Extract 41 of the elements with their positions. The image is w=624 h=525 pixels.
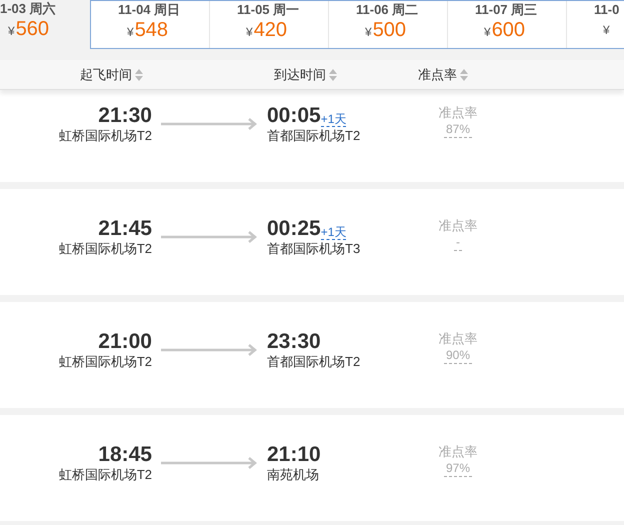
on-time-rate: 90% [444,347,472,364]
departure-airport: 虹桥国际机场T2 [58,128,152,144]
departure-time: 18:45 [98,443,152,467]
on-time-rate: - [454,234,462,251]
departure-airport: 虹桥国际机场T2 [58,354,152,370]
next-day-link[interactable]: +1天 [320,112,346,127]
sort-button[interactable]: 到达时间 [274,65,337,84]
flight-row[interactable]: 18:45 虹桥国际机场T2 21:10 南苑机场 准点率 97% [0,415,624,521]
arrow-icon [160,118,257,130]
on-time-rate: 87% [444,121,472,138]
sort-button[interactable]: 准点率 [418,65,468,84]
arrow-icon [160,231,257,243]
departure-time: 21:30 [98,104,152,128]
flight-row[interactable]: 21:45 虹桥国际机场T2 00:25+1天 首都国际机场T3 准点率 - [0,189,624,295]
date-tab[interactable]: 1-03 周六 ¥560 [0,0,90,49]
on-time-label: 准点率 [438,330,478,347]
arrival-time: 23:30 [267,330,321,354]
arrival-time: 00:25 [267,217,321,241]
next-day-link[interactable]: +1天 [320,225,346,240]
arrow-icon [160,344,257,356]
arrival-time: 00:05 [267,104,321,128]
sort-button[interactable]: 起飞时间 [80,65,143,84]
on-time-rate: 97% [444,460,472,477]
flight-row[interactable]: 21:00 虹桥国际机场T2 23:30 首都国际机场T2 准点率 90% [0,302,624,408]
arrival-airport: 首都国际机场T2 [267,354,360,370]
departure-airport: 虹桥国际机场T2 [58,467,152,483]
arrival-airport: 首都国际机场T3 [267,241,360,257]
arrival-airport: 首都国际机场T2 [267,128,360,144]
departure-time: 21:45 [98,217,152,241]
arrow-icon [160,457,257,469]
flight-row[interactable]: 21:30 虹桥国际机场T2 00:05+1天 首都国际机场T2 准点率 87% [0,90,624,182]
on-time-label: 准点率 [438,217,478,234]
arrival-airport: 南苑机场 [267,467,319,483]
departure-time: 21:00 [98,330,152,354]
sort-icon [460,68,468,81]
on-time-label: 准点率 [438,104,478,121]
sort-icon [329,68,337,81]
sort-icon [135,68,143,81]
departure-airport: 虹桥国际机场T2 [58,241,152,257]
arrival-time: 21:10 [267,443,321,467]
on-time-label: 准点率 [438,443,478,460]
